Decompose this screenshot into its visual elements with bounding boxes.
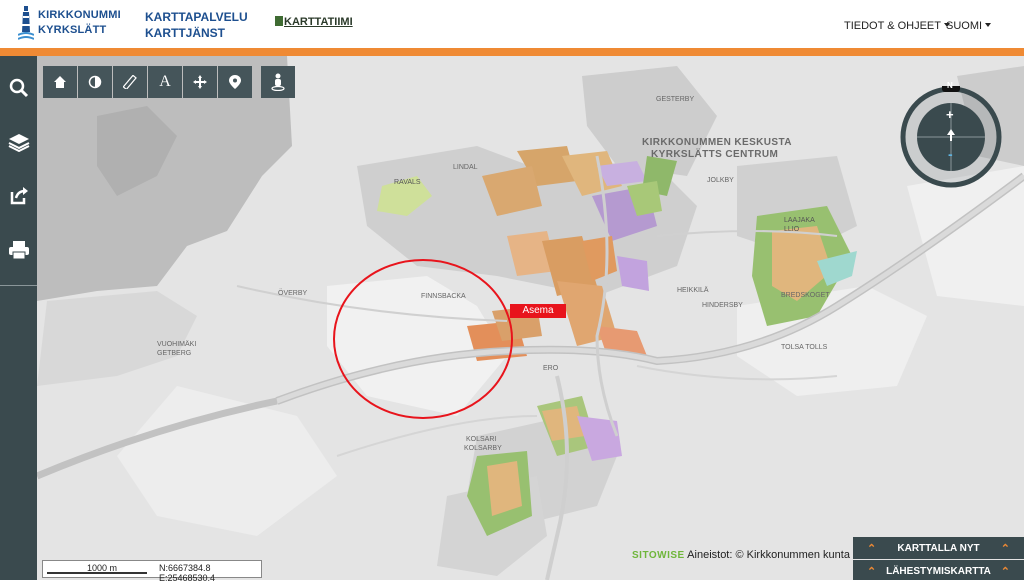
zoom-out-button[interactable]: - (948, 146, 953, 162)
map-graphic (37, 56, 1024, 580)
nav-language-label: SUOMI (946, 20, 983, 32)
zoom-in-button[interactable]: + (946, 107, 954, 122)
nearby-map-panel[interactable]: ⌃ LÄHESTYMISKARTTA ⌃ (853, 560, 1024, 580)
sidebar-divider (0, 285, 37, 286)
measure-button[interactable] (113, 66, 147, 98)
sidebar-item-layers[interactable] (0, 122, 37, 162)
coordinate-readout: N:6667384.8 E:25468530.4 (159, 563, 216, 583)
service-title-fi: KARTTAPALVELU (145, 10, 248, 24)
nav-info-menu[interactable]: TIEDOT & OHJEET (844, 20, 950, 32)
rotate-north-button[interactable] (944, 128, 958, 142)
logo-line2: KYRKSLÄTT (38, 24, 107, 36)
nearby-map-label: LÄHESTYMISKARTTA (886, 566, 991, 577)
service-title: KARTTAPALVELU KARTTJÄNST (145, 9, 248, 41)
arrow-up-icon (947, 129, 955, 141)
station-marker-label[interactable]: Asema (510, 304, 566, 318)
streetview-icon (271, 73, 285, 91)
print-icon (8, 241, 29, 260)
contrast-icon (88, 75, 102, 89)
sidebar (0, 56, 37, 580)
place-label: KYRKSLÄTTS CENTRUM (651, 149, 779, 160)
place-label: GETBERG (157, 350, 192, 357)
place-label: RAVALS (394, 179, 421, 186)
pan-button[interactable] (183, 66, 217, 98)
credit-text: Aineistot: © Kirkkonummen kunta (687, 549, 850, 561)
north-indicator[interactable]: N (947, 81, 953, 90)
sitowise-logo: SITOWISE (632, 550, 685, 561)
share-icon (10, 187, 28, 205)
pan-icon (193, 75, 207, 89)
text-tool-button[interactable]: A (148, 66, 182, 98)
marker-button[interactable] (218, 66, 252, 98)
place-label: VUOHIMÄKI (157, 341, 197, 348)
place-label: KOLSARI (466, 436, 497, 443)
chevron-up-icon: ⌃ (1000, 566, 1010, 578)
text-icon: A (159, 73, 171, 90)
map-now-label: KARTTALLA NYT (897, 543, 980, 554)
place-label: KIRKKONUMMEN KESKUSTA (642, 137, 792, 148)
lighthouse-icon (18, 6, 34, 40)
place-label: LAAJAKALLIO (784, 217, 815, 233)
nav-language-menu[interactable]: SUOMI (946, 20, 992, 32)
place-label: FINNSBACKA (421, 293, 466, 300)
scale-length: 1000 m (87, 563, 118, 573)
map-toolbar: A (43, 66, 296, 98)
contrast-button[interactable] (78, 66, 112, 98)
chevron-down-icon (985, 23, 992, 27)
sidebar-item-share[interactable] (0, 176, 37, 216)
home-icon (54, 76, 66, 88)
layers-icon (8, 134, 29, 152)
sidebar-item-print[interactable] (0, 230, 37, 270)
kirkkonummi-logo[interactable]: KIRKKONUMMI KYRKSLÄTT (18, 4, 121, 44)
streetview-button[interactable] (261, 66, 295, 98)
karttatiimi-link[interactable]: KARTTATIIMI (275, 16, 353, 28)
place-label: GESTERBY (656, 96, 695, 103)
karttatiimi-icon (275, 16, 283, 26)
compass-control: N + - (900, 81, 1002, 188)
place-label: ERO (543, 365, 559, 372)
header: KIRKKONUMMI KYRKSLÄTT KARTTAPALVELU KART… (0, 0, 1024, 48)
measure-icon (123, 75, 137, 89)
place-label: KOLSARBY (464, 445, 502, 452)
service-title-sv: KARTTJÄNST (145, 26, 225, 40)
nav-info-label: TIEDOT & OHJEET (844, 20, 941, 32)
map-canvas[interactable]: KIRKKONUMMEN KESKUSTA KYRKSLÄTTS CENTRUM… (37, 56, 1024, 580)
map-credit: SITOWISE Aineistot: © Kirkkonummen kunta (632, 548, 850, 563)
karttatiimi-label: KARTTATIIMI (284, 16, 353, 28)
place-label: ÖVERBY (278, 290, 308, 297)
logo-line1: KIRKKONUMMI (38, 9, 121, 21)
place-label: LINDAL (453, 164, 478, 171)
place-label: JOLKBY (707, 177, 734, 184)
accent-bar (0, 48, 1024, 56)
scale-bar: 1000 m N:6667384.8 E:25468530.4 (42, 560, 262, 583)
place-label: HEIKKILÄ (677, 287, 709, 294)
place-label: TOLSA TOLLS (781, 344, 828, 351)
sidebar-item-search[interactable] (0, 68, 37, 108)
marker-icon (229, 75, 241, 89)
chevron-up-icon: ⌃ (1000, 543, 1010, 555)
home-button[interactable] (43, 66, 77, 98)
map-now-panel[interactable]: ⌃ KARTTALLA NYT ⌃ (853, 537, 1024, 559)
place-label: BREDSKOGET (781, 292, 830, 299)
place-label: HINDERSBY (702, 302, 743, 309)
search-icon (9, 78, 28, 98)
